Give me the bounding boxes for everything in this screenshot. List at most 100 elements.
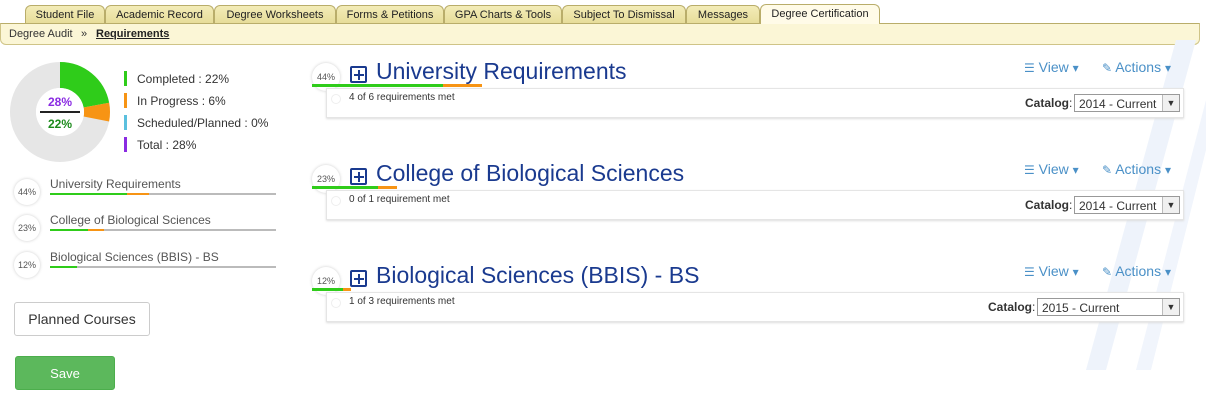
progress-completed xyxy=(312,84,444,87)
catalog-label: Catalog: xyxy=(1025,96,1072,110)
status-dot xyxy=(331,298,341,308)
tab-gpa-charts-tools[interactable]: GPA Charts & Tools xyxy=(444,5,562,23)
view-label: View xyxy=(1038,59,1069,75)
sidebar-item-progress xyxy=(50,229,276,231)
caret-down-icon: ▾ xyxy=(1072,265,1079,279)
status-dot xyxy=(331,196,341,206)
block-panel: 4 of 6 requirements met Catalog: 2014 - … xyxy=(326,88,1184,118)
block-title[interactable]: College of Biological Sciences xyxy=(376,160,684,187)
progress-completed xyxy=(312,186,378,189)
requirements-met-text: 0 of 1 requirement met xyxy=(349,194,450,205)
catalog-select[interactable]: 2015 - Current ▼ xyxy=(1037,298,1180,316)
expand-plus-icon[interactable] xyxy=(350,168,367,185)
progress-completed xyxy=(50,229,89,231)
chevron-down-icon: ▼ xyxy=(1162,95,1179,111)
block-university-requirements: 44% University Requirements ☰ View ▾ ✎ A… xyxy=(312,58,1190,133)
sidebar-item-label[interactable]: Biological Sciences (BBIS) - BS xyxy=(50,250,219,264)
tab-bar: Student File Academic Record Degree Work… xyxy=(0,0,1206,24)
sidebar-item-progress xyxy=(50,193,276,195)
catalog-select[interactable]: 2014 - Current ▼ xyxy=(1074,94,1180,112)
block-title[interactable]: Biological Sciences (BBIS) - BS xyxy=(376,262,699,289)
actions-menu[interactable]: ✎ Actions ▾ xyxy=(1102,59,1171,75)
progress-in-progress xyxy=(377,186,397,189)
catalog-select-value: 2014 - Current xyxy=(1079,199,1157,213)
breadcrumb-current[interactable]: Requirements xyxy=(96,24,169,44)
legend-in-progress-label: In Progress : 6% xyxy=(137,94,226,108)
legend-completed-label: Completed : 22% xyxy=(137,72,230,86)
caret-down-icon: ▾ xyxy=(1165,163,1172,177)
catalog-label: Catalog: xyxy=(988,300,1035,314)
sidebar-item-major[interactable]: 12% Biological Sciences (BBIS) - BS xyxy=(14,250,278,280)
requirements-met-text: 1 of 3 requirements met xyxy=(349,296,455,307)
actions-label: Actions xyxy=(1115,161,1162,177)
actions-menu[interactable]: ✎ Actions ▾ xyxy=(1102,161,1171,177)
catalog-label-text: Catalog xyxy=(988,300,1033,314)
expand-plus-icon[interactable] xyxy=(350,270,367,287)
actions-label: Actions xyxy=(1115,263,1162,279)
view-menu[interactable]: ☰ View ▾ xyxy=(1024,59,1079,75)
tab-messages[interactable]: Messages xyxy=(686,5,760,23)
expand-plus-icon[interactable] xyxy=(350,66,367,83)
edit-icon: ✎ xyxy=(1102,163,1113,177)
tab-forms-petitions[interactable]: Forms & Petitions xyxy=(336,5,444,23)
tab-degree-certification[interactable]: Degree Certification xyxy=(760,4,880,24)
catalog-label-colon: : xyxy=(1069,96,1073,110)
block-college-biological-sciences: 23% College of Biological Sciences ☰ Vie… xyxy=(312,160,1190,235)
catalog-label-text: Catalog xyxy=(1025,198,1070,212)
caret-down-icon: ▾ xyxy=(1072,61,1079,75)
view-label: View xyxy=(1038,161,1069,177)
requirements-met-text: 4 of 6 requirements met xyxy=(349,92,455,103)
view-menu[interactable]: ☰ View ▾ xyxy=(1024,263,1079,279)
legend-total-label: Total : 28% xyxy=(137,138,197,152)
chevron-down-icon: ▼ xyxy=(1162,299,1179,315)
planned-courses-button[interactable]: Planned Courses xyxy=(14,302,150,336)
donut-completed-label: 22% xyxy=(48,117,72,131)
catalog-select[interactable]: 2014 - Current ▼ xyxy=(1074,196,1180,214)
sidebar-item-percent: 12% xyxy=(14,252,40,278)
sidebar-item-percent: 44% xyxy=(14,179,40,205)
progress-in-progress xyxy=(443,84,482,87)
legend-completed-swatch xyxy=(124,71,127,86)
progress-completed xyxy=(312,288,343,291)
block-panel: 1 of 3 requirements met Catalog: 2015 - … xyxy=(326,292,1184,322)
legend-total-swatch xyxy=(124,137,127,152)
sliders-icon: ☰ xyxy=(1024,61,1035,75)
actions-menu[interactable]: ✎ Actions ▾ xyxy=(1102,263,1171,279)
tab-academic-record[interactable]: Academic Record xyxy=(105,5,214,23)
block-biological-sciences-bs: 12% Biological Sciences (BBIS) - BS ☰ Vi… xyxy=(312,262,1190,337)
tab-student-file[interactable]: Student File xyxy=(25,5,105,23)
view-label: View xyxy=(1038,263,1069,279)
donut-total-label: 28% xyxy=(48,95,72,109)
block-panel: 0 of 1 requirement met Catalog: 2014 - C… xyxy=(326,190,1184,220)
view-menu[interactable]: ☰ View ▾ xyxy=(1024,161,1079,177)
save-button[interactable]: Save xyxy=(15,356,115,390)
tab-subject-to-dismissal[interactable]: Subject To Dismissal xyxy=(562,5,686,23)
tab-degree-worksheets[interactable]: Degree Worksheets xyxy=(214,5,336,23)
progress-completed xyxy=(50,193,127,195)
sliders-icon: ☰ xyxy=(1024,163,1035,177)
catalog-label-text: Catalog xyxy=(1025,96,1070,110)
caret-down-icon: ▾ xyxy=(1072,163,1079,177)
edit-icon: ✎ xyxy=(1102,265,1113,279)
catalog-label: Catalog: xyxy=(1025,198,1072,212)
sidebar-item-label[interactable]: College of Biological Sciences xyxy=(50,213,211,227)
progress-completed xyxy=(50,266,78,268)
chevron-down-icon: ▼ xyxy=(1162,197,1179,213)
sidebar-item-college[interactable]: 23% College of Biological Sciences xyxy=(14,213,278,243)
sliders-icon: ☰ xyxy=(1024,265,1035,279)
status-dot xyxy=(331,94,341,104)
progress-in-progress xyxy=(88,229,105,231)
legend-in-progress-swatch xyxy=(124,93,127,108)
sidebar-item-university[interactable]: 44% University Requirements xyxy=(14,177,278,207)
catalog-select-value: 2015 - Current xyxy=(1042,301,1120,315)
breadcrumb-parent[interactable]: Degree Audit xyxy=(9,24,73,44)
progress-in-progress xyxy=(342,288,351,291)
progress-donut: 28% 22% xyxy=(10,62,110,162)
actions-label: Actions xyxy=(1115,59,1162,75)
progress-in-progress xyxy=(126,193,150,195)
block-title[interactable]: University Requirements xyxy=(376,58,627,85)
sidebar-item-label[interactable]: University Requirements xyxy=(50,177,181,191)
catalog-select-value: 2014 - Current xyxy=(1079,97,1157,111)
sidebar-item-progress xyxy=(50,266,276,268)
edit-icon: ✎ xyxy=(1102,61,1113,75)
